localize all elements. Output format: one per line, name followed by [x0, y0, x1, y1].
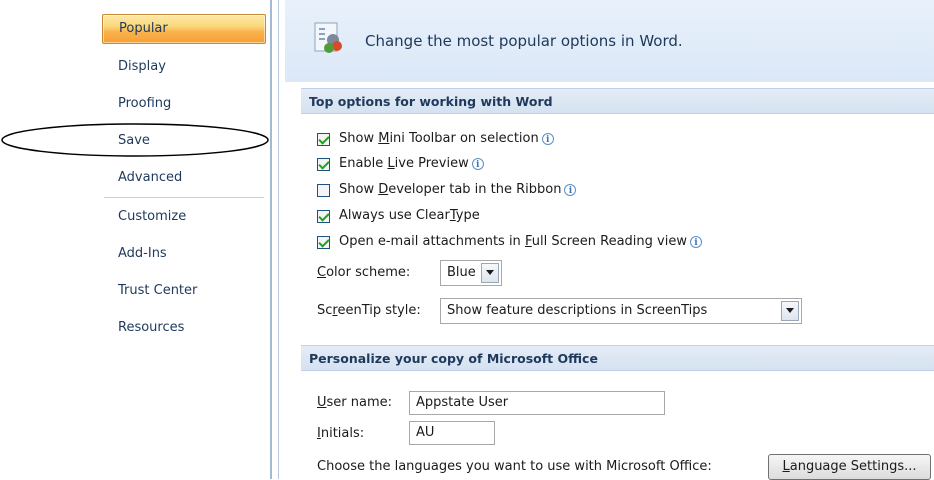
option-mini-toolbar[interactable]: Show Mini Toolbar on selection i: [317, 130, 554, 148]
popular-options-icon: [314, 22, 342, 53]
section-header-top-options: Top options for working with Word: [301, 88, 934, 114]
screentip-style-select[interactable]: Show feature descriptions in ScreenTips: [440, 298, 802, 324]
content-border: [278, 0, 279, 479]
live-preview-label: Enable Live Preview: [339, 156, 469, 171]
developer-tab-checkbox[interactable]: [317, 183, 330, 197]
nav-item-add-ins[interactable]: Add-Ins: [102, 239, 266, 269]
nav-divider: [104, 197, 264, 198]
options-content: Change the most popular options in Word.…: [285, 0, 934, 480]
mini-toolbar-label: Show Mini Toolbar on selection: [339, 131, 539, 146]
nav-item-advanced[interactable]: Advanced: [102, 163, 266, 193]
info-icon[interactable]: i: [564, 184, 577, 196]
user-name-input[interactable]: Appstate User: [409, 391, 665, 415]
info-icon[interactable]: i: [689, 236, 702, 248]
info-icon[interactable]: i: [541, 133, 554, 145]
user-name-label: User name:: [317, 395, 393, 410]
info-icon[interactable]: i: [471, 158, 484, 170]
full-screen-reading-checkbox[interactable]: [317, 235, 330, 249]
language-settings-button[interactable]: Language Settings...: [768, 454, 931, 480]
color-scheme-select[interactable]: Blue: [440, 260, 502, 286]
nav-item-resources[interactable]: Resources: [102, 313, 266, 343]
option-developer-tab[interactable]: Show Developer tab in the Ribbon i: [317, 181, 577, 199]
option-live-preview[interactable]: Enable Live Preview i: [317, 155, 484, 173]
nav-item-proofing[interactable]: Proofing: [102, 89, 266, 119]
nav-item-customize[interactable]: Customize: [102, 202, 266, 232]
color-scheme-value: Blue: [447, 265, 476, 280]
nav-item-display[interactable]: Display: [102, 52, 266, 82]
section-header-personalize: Personalize your copy of Microsoft Offic…: [301, 345, 934, 371]
chevron-down-icon[interactable]: [781, 301, 799, 321]
nav-border: [270, 0, 272, 479]
developer-tab-label: Show Developer tab in the Ribbon: [339, 182, 562, 197]
nav-item-popular[interactable]: Popular: [102, 14, 266, 44]
mini-toolbar-checkbox[interactable]: [317, 132, 330, 146]
full-screen-reading-label: Open e-mail attachments in Full Screen R…: [339, 234, 687, 249]
languages-label: Choose the languages you want to use wit…: [317, 459, 712, 474]
nav-item-save[interactable]: Save: [102, 126, 266, 156]
screentip-style-label: ScreenTip style:: [317, 303, 421, 318]
cleartype-checkbox[interactable]: [317, 209, 330, 223]
option-full-screen-reading[interactable]: Open e-mail attachments in Full Screen R…: [317, 233, 702, 251]
live-preview-checkbox[interactable]: [317, 157, 330, 171]
nav-item-trust-center[interactable]: Trust Center: [102, 276, 266, 306]
initials-input[interactable]: AU: [409, 421, 495, 445]
option-cleartype[interactable]: Always use ClearType: [317, 207, 480, 225]
chevron-down-icon[interactable]: [481, 263, 499, 283]
initials-label: Initials:: [317, 426, 365, 441]
cleartype-label: Always use ClearType: [339, 208, 480, 223]
color-scheme-label: Color scheme:: [317, 265, 411, 280]
options-nav: Popular Display Proofing Save Advanced C…: [98, 0, 270, 479]
page-title: Change the most popular options in Word.: [365, 32, 683, 50]
screentip-style-value: Show feature descriptions in ScreenTips: [447, 303, 708, 318]
